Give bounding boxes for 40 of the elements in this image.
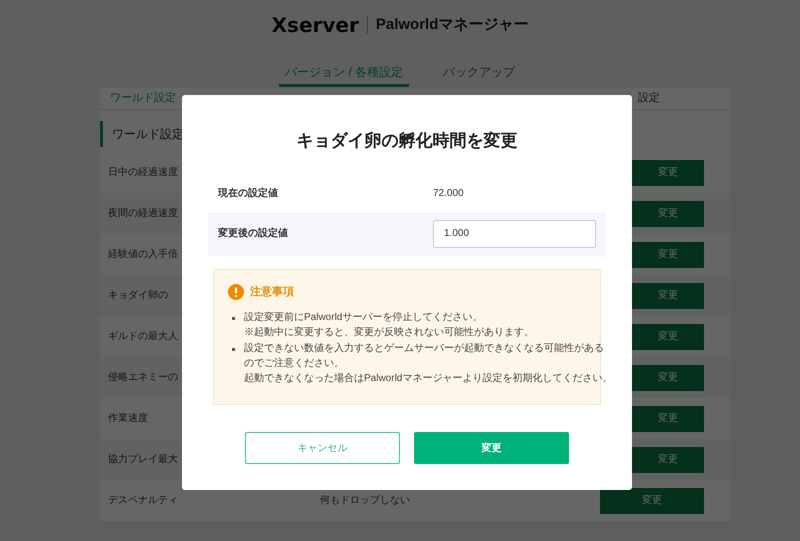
warning-icon [228,284,244,300]
change-button[interactable]: 変更 [632,446,704,472]
change-button[interactable]: 変更 [632,406,704,432]
subnav-link[interactable]: 設定 [638,90,660,107]
setting-label: ギルドの最大人 [108,330,178,344]
change-button[interactable]: 変更 [600,488,704,514]
setting-label: 侵略エネミーの [108,371,178,385]
product-name: Palworldマネージャー [376,14,528,35]
change-button[interactable]: 変更 [632,200,704,226]
notice-text: ※起動中に変更すると、変更が反映されない可能性があります。 [244,326,534,340]
confirm-button[interactable]: 変更 [414,432,569,464]
notice-title: 注意事項 [250,284,294,300]
setting-label: 夜間の経過速度 [108,206,178,221]
setting-value: 何もドロップしない [320,494,410,508]
change-button[interactable]: 変更 [632,324,704,350]
notice-text: 起動できなくなった場合はPalworldマネージャーより設定を初期化してください。 [244,372,612,386]
setting-label: キョダイ卵の [108,288,168,303]
setting-label: 日中の経過速度 [108,166,178,180]
notice-text: 設定変更前にPalworldサーバーを停止してください。 [244,310,484,325]
tab[interactable]: バックアップ [437,60,521,87]
value-input[interactable]: 1.000 [433,220,596,248]
bullet-icon [232,348,235,351]
modal-title: キョダイ卵の孵化時間を変更 [296,130,518,152]
current-value: 72.000 [433,187,464,201]
setting-label: 協力プレイ最大 [108,452,178,467]
bullet-icon [232,317,235,320]
subnav-link[interactable]: ワールド設定 [110,90,176,107]
change-button[interactable]: 変更 [632,242,704,268]
field-label: 変更後の設定値 [218,226,289,241]
notice-text: 設定できない数値を入力するとゲームサーバーが起動できなくなる可能性がある [244,342,605,356]
field-label: 現在の設定値 [218,186,279,201]
change-button[interactable]: 変更 [632,282,704,308]
change-button[interactable]: 変更 [632,160,704,186]
change-button[interactable]: 変更 [632,364,704,390]
cancel-button[interactable]: キャンセル [245,432,400,464]
setting-label: 経験値の入手倍 [108,248,178,262]
logo: Xserver [272,12,359,39]
setting-label: デスペナルティ [108,494,178,508]
setting-label: 作業速度 [108,412,148,426]
notice-text: のでご注意ください。 [244,356,345,371]
